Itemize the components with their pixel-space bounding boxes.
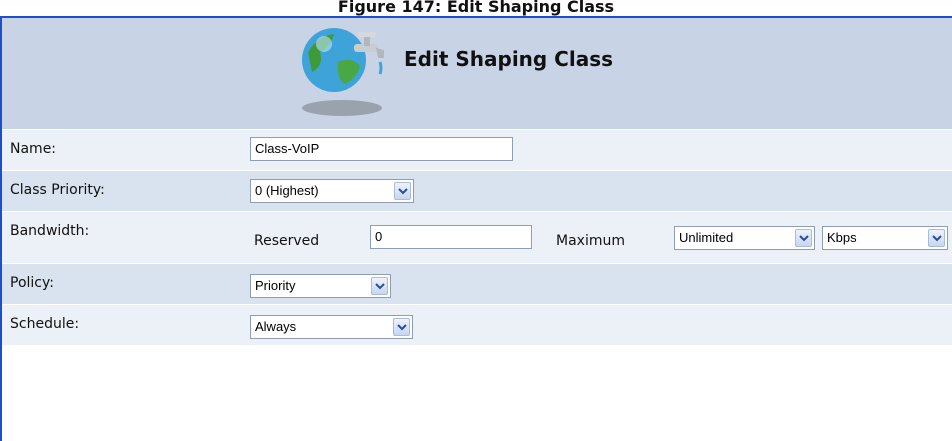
unit-value: Kbps [827,230,857,245]
class-priority-row: Class Priority: 0 (Highest) [2,171,952,211]
chevron-down-icon[interactable] [795,229,812,247]
policy-row: Policy: Priority [2,264,952,304]
maximum-label: Maximum [556,233,625,249]
chevron-down-icon[interactable] [371,277,388,295]
policy-select[interactable]: Priority [250,274,391,298]
schedule-row: Schedule: Always [2,305,952,345]
maximum-select[interactable]: Unlimited [674,226,815,250]
unit-select[interactable]: Kbps [822,226,948,250]
name-label: Name: [10,141,57,157]
reserved-input[interactable]: 0 [370,225,532,249]
chevron-down-icon[interactable] [393,318,410,336]
panel-header: Edit Shaping Class [2,18,952,129]
chevron-down-icon[interactable] [394,182,411,200]
page-title: Edit Shaping Class [404,47,614,71]
edit-shaping-class-panel: Edit Shaping Class Name: Class-VoIP Clas… [0,16,952,441]
schedule-select[interactable]: Always [250,315,413,339]
schedule-value: Always [255,319,297,334]
name-row: Name: Class-VoIP [2,130,952,170]
class-priority-select[interactable]: 0 (Highest) [250,179,414,203]
bandwidth-row: Bandwidth: Reserved 0 Maximum Unlimited … [2,212,952,263]
name-input[interactable]: Class-VoIP [250,137,513,161]
globe-faucet-icon [302,28,384,116]
schedule-label: Schedule: [10,316,80,332]
class-priority-label: Class Priority: [10,182,105,198]
class-priority-value: 0 (Highest) [255,183,319,198]
policy-label: Policy: [10,275,54,291]
maximum-value: Unlimited [679,230,734,245]
reserved-label: Reserved [254,233,320,249]
policy-value: Priority [255,278,296,293]
chevron-down-icon[interactable] [928,229,945,247]
bandwidth-label: Bandwidth: [10,223,90,239]
